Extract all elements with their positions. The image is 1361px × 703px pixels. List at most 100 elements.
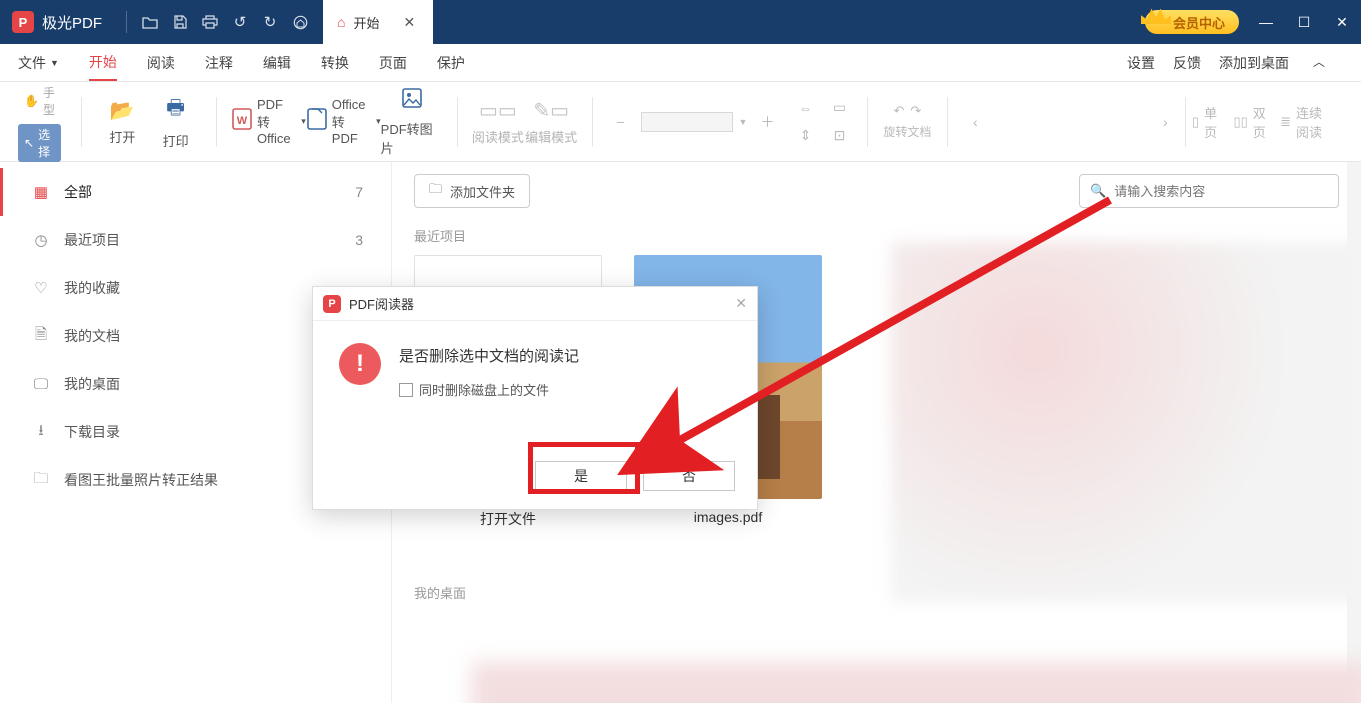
- double-page-icon: ▯▯: [1233, 114, 1247, 130]
- zoom-field[interactable]: [641, 112, 733, 132]
- dialog-checkbox[interactable]: 同时删除磁盘上的文件: [399, 380, 579, 399]
- zoom-in-icon[interactable]: ＋: [753, 110, 781, 134]
- search-input[interactable]: [1114, 184, 1328, 199]
- sidebar-item-recent[interactable]: ◷ 最近项目 3: [0, 216, 391, 264]
- file-card-caption: 打开文件: [480, 509, 536, 529]
- heart-icon: ♡: [32, 279, 50, 297]
- dialog-message: 是否删除选中文档的阅读记: [399, 345, 579, 366]
- ribbon-editmode[interactable]: ✎▭ 编辑模式: [525, 92, 578, 152]
- actual-size-icon[interactable]: ⊡: [825, 124, 853, 148]
- sidebar-item-label: 我的文档: [64, 326, 120, 346]
- zoom-out-icon[interactable]: −: [607, 110, 635, 134]
- fit-width-icon[interactable]: ⇔: [791, 96, 819, 120]
- fit-height-icon[interactable]: ⇕: [791, 124, 819, 148]
- document-icon: 🗎: [32, 327, 50, 345]
- tab-close-icon[interactable]: ✕: [404, 14, 416, 31]
- folder-icon: 📂: [110, 98, 135, 123]
- view-single[interactable]: ▯单页: [1192, 103, 1219, 141]
- window-maximize-icon[interactable]: ☐: [1285, 0, 1323, 44]
- folder-icon: 🗀: [32, 471, 50, 489]
- print-icon[interactable]: [195, 0, 225, 44]
- menu-start[interactable]: 开始: [89, 44, 117, 81]
- sidebar-item-label: 看图王批量照片转正结果: [64, 470, 218, 490]
- ribbon-pdf2office[interactable]: W PDF转Office▾: [231, 92, 306, 152]
- desktop-icon: 🖵: [32, 375, 50, 393]
- vip-center-button[interactable]: 会员中心: [1145, 10, 1239, 34]
- dialog-titlebar: P PDF阅读器 ✕: [313, 287, 757, 321]
- view-double[interactable]: ▯▯双页: [1233, 103, 1266, 141]
- tool-hand[interactable]: ✋手型: [18, 82, 61, 120]
- dialog-title: PDF阅读器: [349, 294, 414, 313]
- ribbon-print[interactable]: 🖶 打印: [149, 92, 202, 152]
- menu-read[interactable]: 阅读: [147, 44, 175, 81]
- open-folder-icon[interactable]: [135, 0, 165, 44]
- sidebar-item-label: 下载目录: [64, 422, 120, 442]
- warning-icon: !: [339, 343, 381, 385]
- fit-page-icon[interactable]: ▭: [825, 96, 853, 120]
- ribbon-pdf2img[interactable]: PDF转图片: [381, 92, 443, 152]
- svg-text:W: W: [237, 115, 248, 127]
- sidebar-item-label: 我的桌面: [64, 374, 120, 394]
- dialog-close-icon[interactable]: ✕: [735, 295, 747, 312]
- tool-select[interactable]: ↖选择: [18, 124, 61, 162]
- vip-crown-icon: [1141, 2, 1171, 24]
- menu-edit[interactable]: 编辑: [263, 44, 291, 81]
- tab-home-icon: ⌂: [337, 14, 345, 30]
- download-icon: ⭳: [32, 423, 50, 441]
- word-icon: W: [231, 107, 253, 137]
- rotate-right-icon[interactable]: ↷: [910, 103, 921, 119]
- ribbon-open[interactable]: 📂 打开: [96, 92, 149, 152]
- window-minimize-icon[interactable]: —: [1247, 0, 1285, 44]
- menu-protect[interactable]: 保护: [437, 44, 465, 81]
- book-icon: ▭▭: [479, 98, 517, 123]
- sidebar-item-count: 7: [355, 184, 363, 200]
- file-card-caption: images.pdf: [694, 509, 762, 525]
- checkbox-icon: [399, 383, 413, 397]
- search-box[interactable]: 🔍: [1079, 174, 1339, 208]
- blurred-content: [891, 242, 1361, 602]
- undo-icon[interactable]: ↺: [225, 0, 255, 44]
- sidebar-item-label: 最近项目: [64, 230, 120, 250]
- clock-icon: ◷: [32, 231, 50, 249]
- view-continuous[interactable]: ≣连续阅读: [1280, 103, 1329, 141]
- menu-add-desktop[interactable]: 添加到桌面: [1219, 53, 1289, 73]
- image-icon: [401, 87, 423, 115]
- rotate-left-icon[interactable]: ↶: [893, 103, 904, 119]
- sidebar-item-count: 3: [355, 232, 363, 248]
- ribbon-readmode[interactable]: ▭▭ 阅读模式: [471, 92, 524, 152]
- sidebar-item-label: 我的收藏: [64, 278, 120, 298]
- menu-feedback[interactable]: 反馈: [1173, 53, 1201, 73]
- folder-plus-icon: 🗀: [429, 180, 442, 202]
- pdf-icon: [306, 107, 328, 137]
- menu-annotate[interactable]: 注释: [205, 44, 233, 81]
- nav-next-icon[interactable]: ›: [1151, 110, 1179, 134]
- ribbon-rotate[interactable]: ↶↷ 旋转文档: [882, 103, 932, 140]
- menu-settings[interactable]: 设置: [1127, 53, 1155, 73]
- printer-icon: 🖶: [166, 93, 185, 127]
- home-shortcut-icon[interactable]: [285, 0, 315, 44]
- menu-collapse-icon[interactable]: ︿: [1313, 53, 1325, 70]
- title-bar: P 极光PDF ↺ ↻ ⌂ 开始 ✕ 会员中心 — ☐ ✕: [0, 0, 1361, 44]
- continuous-icon: ≣: [1280, 114, 1291, 130]
- sidebar-item-label: 全部: [64, 182, 92, 202]
- redo-icon[interactable]: ↻: [255, 0, 285, 44]
- nav-prev-icon[interactable]: ‹: [961, 110, 989, 134]
- dialog-no-button[interactable]: 否: [643, 461, 735, 491]
- dialog-logo-icon: P: [323, 295, 341, 313]
- menu-page[interactable]: 页面: [379, 44, 407, 81]
- save-icon[interactable]: [165, 0, 195, 44]
- tab-start[interactable]: ⌂ 开始 ✕: [323, 0, 433, 44]
- menu-convert[interactable]: 转换: [321, 44, 349, 81]
- window-close-icon[interactable]: ✕: [1323, 0, 1361, 44]
- app-logo-icon: P: [12, 11, 34, 33]
- dialog-yes-button[interactable]: 是: [535, 461, 627, 491]
- blurred-content: [471, 662, 1361, 703]
- sidebar-item-all[interactable]: ▦ 全部 7: [0, 168, 391, 216]
- add-folder-button[interactable]: 🗀 添加文件夹: [414, 174, 530, 208]
- ribbon-office2pdf[interactable]: Office转PDF▾: [306, 92, 381, 152]
- grid-icon: ▦: [32, 183, 50, 201]
- menu-strip: 文件▼ 开始 阅读 注释 编辑 转换 页面 保护 设置 反馈 添加到桌面 ︿: [0, 44, 1361, 82]
- menu-file[interactable]: 文件▼: [18, 44, 59, 81]
- ribbon-toolbar: ✋手型 ↖选择 📂 打开 🖶 打印 W PDF转Office▾ Office转P…: [0, 82, 1361, 162]
- zoom-dropdown-icon[interactable]: ▼: [739, 117, 748, 127]
